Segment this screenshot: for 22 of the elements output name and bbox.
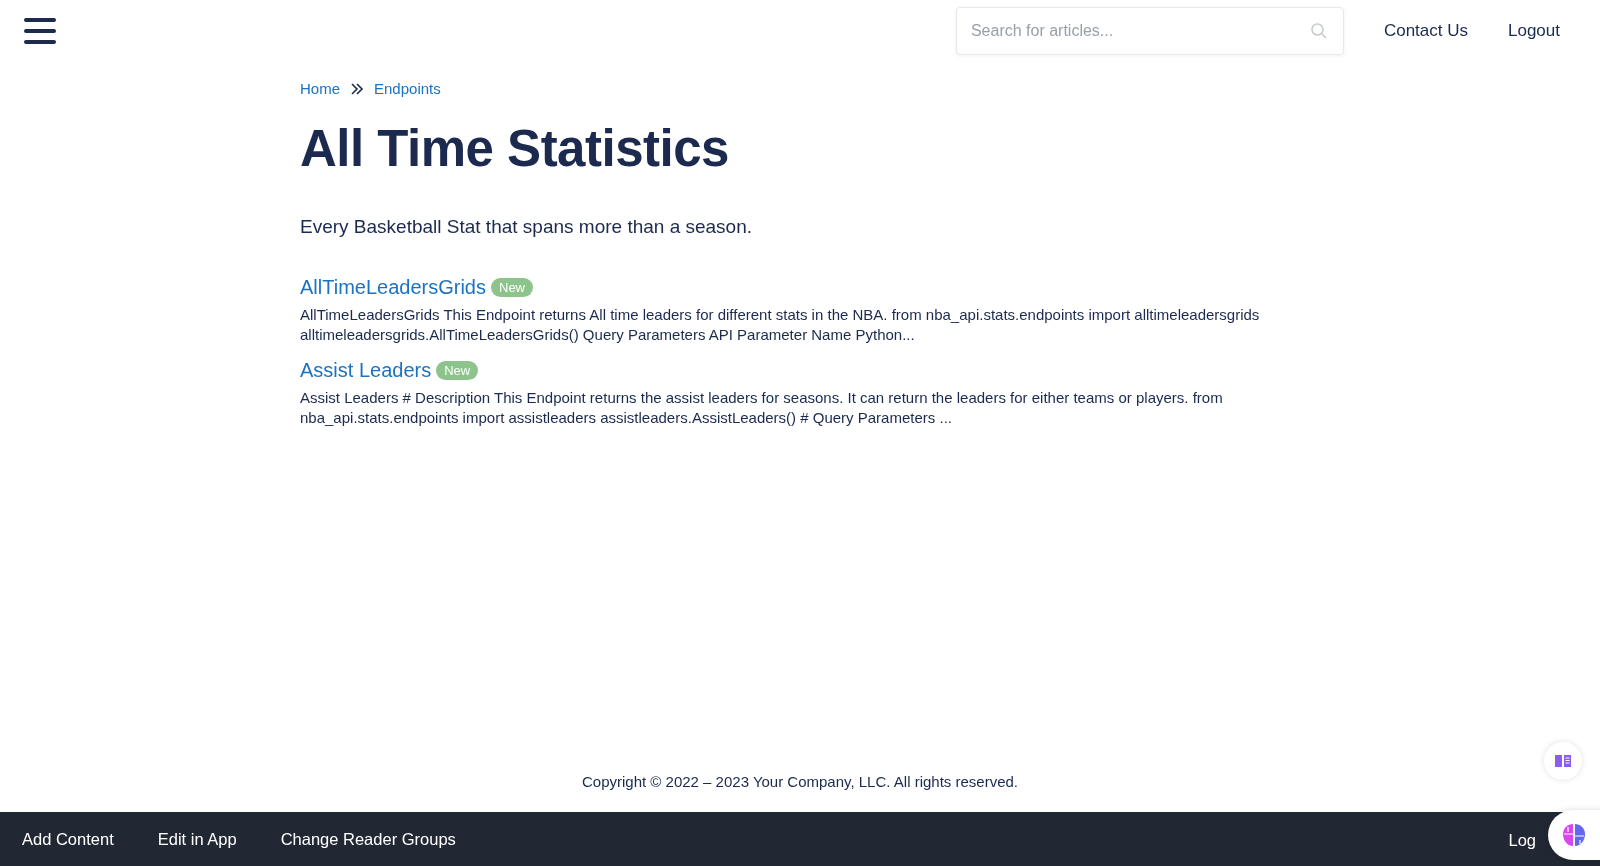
page-title: All Time Statistics bbox=[300, 119, 730, 178]
brain-button[interactable] bbox=[1548, 810, 1600, 860]
admin-bar-link[interactable]: Add Content bbox=[22, 829, 114, 849]
new-badge: New bbox=[491, 278, 533, 297]
article-link[interactable]: Assist Leaders bbox=[300, 359, 432, 382]
breadcrumb-link[interactable]: Home bbox=[300, 80, 340, 97]
article-excerpt: AllTimeLeadersGrids This Endpoint returns All time leaders for different stats in the NBA. from nba_api.stats.endpoints import alltimeleadersgrids alltimeleadersgrids.AllTimeLeadersGrids() Query Parameters API Parameter Name Python... bbox=[300, 305, 1261, 345]
article-link[interactable]: AllTimeLeadersGrids bbox=[300, 276, 486, 299]
new-badge: New bbox=[436, 361, 479, 380]
header-link[interactable]: Contact Us bbox=[1383, 21, 1468, 41]
admin-bar-link[interactable]: Edit in App bbox=[157, 829, 237, 849]
admin-bar-link[interactable]: Log bbox=[1508, 831, 1536, 850]
menu-icon[interactable] bbox=[24, 16, 56, 46]
admin-bar-link[interactable]: Change Reader Groups bbox=[280, 829, 456, 849]
copyright-text: Copyright © 2022 – 2023 Your Company, LLC. All rights reserved. bbox=[581, 773, 1019, 790]
header-link[interactable]: Logout bbox=[1508, 21, 1560, 41]
breadcrumb-link[interactable]: Endpoints bbox=[374, 80, 441, 97]
page-description: Every Basketball Stat that spans more than a season. bbox=[300, 216, 754, 238]
search-field[interactable]: Search for articles... bbox=[955, 7, 1344, 55]
chevron-icon bbox=[350, 81, 364, 96]
article-excerpt: Assist Leaders # Description This Endpoint returns the assist leaders for seasons. It can return the leaders for either teams or players. from nba_api.stats.endpoints import assistleaders assistleaders.AssistLeaders() # Query Parameters ... bbox=[300, 388, 1224, 428]
book-button[interactable] bbox=[1544, 742, 1582, 780]
